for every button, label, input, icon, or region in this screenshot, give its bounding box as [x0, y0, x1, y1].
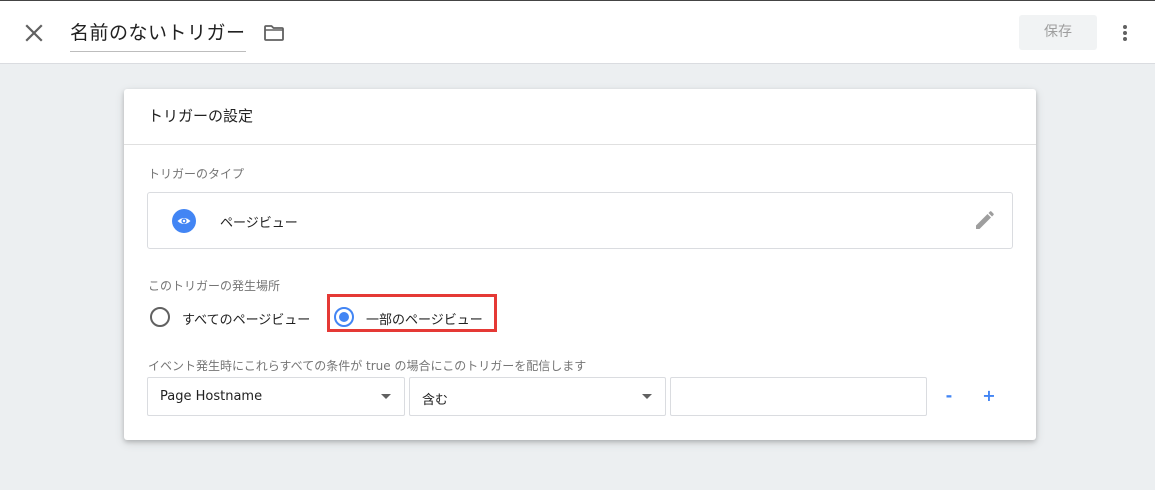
- more-vert-icon[interactable]: [1113, 21, 1137, 45]
- radio-all-page-views[interactable]: すべてのページビュー: [150, 307, 320, 331]
- eye-icon: [172, 209, 196, 233]
- operator-select-value: 含む: [422, 393, 449, 408]
- condition-value-input[interactable]: [670, 377, 927, 416]
- top-bar: 名前のないトリガー 保存: [0, 0, 1155, 64]
- dropdown-arrow-icon: [642, 394, 652, 399]
- card-header: トリガーの設定: [124, 89, 1036, 145]
- more-options-button[interactable]: [1113, 21, 1137, 45]
- remove-condition-button[interactable]: -: [939, 386, 959, 406]
- fire-on-label: このトリガーの発生場所: [148, 279, 281, 293]
- save-button[interactable]: 保存: [1019, 15, 1097, 50]
- highlight-annotation: [327, 294, 497, 332]
- dropdown-arrow-icon: [381, 394, 391, 399]
- trigger-config-card: トリガーの設定 トリガーのタイプ ページビュー このトリガーの発生場所 すべての…: [124, 89, 1036, 440]
- pencil-icon[interactable]: [972, 209, 996, 233]
- add-condition-button[interactable]: +: [979, 386, 999, 406]
- trigger-type-label: トリガーのタイプ: [148, 167, 245, 181]
- variable-select[interactable]: Page Hostname: [147, 377, 405, 416]
- condition-label: イベント発生時にこれらすべての条件が true の場合にこのトリガーを配信します: [148, 359, 587, 373]
- radio-unchecked-icon[interactable]: [150, 307, 170, 327]
- trigger-type-name: ページビュー: [220, 216, 298, 231]
- folder-button[interactable]: [262, 21, 286, 45]
- radio-all-page-views-label: すべてのページビュー: [182, 313, 311, 328]
- close-button[interactable]: [18, 17, 50, 49]
- folder-icon[interactable]: [262, 21, 286, 45]
- variable-select-value: Page Hostname: [160, 389, 263, 404]
- trigger-type-box[interactable]: ページビュー: [147, 192, 1013, 249]
- trigger-name-field[interactable]: 名前のないトリガー: [70, 18, 246, 52]
- close-icon[interactable]: [18, 17, 50, 49]
- operator-select[interactable]: 含む: [409, 377, 666, 416]
- card-title: トリガーの設定: [148, 107, 254, 125]
